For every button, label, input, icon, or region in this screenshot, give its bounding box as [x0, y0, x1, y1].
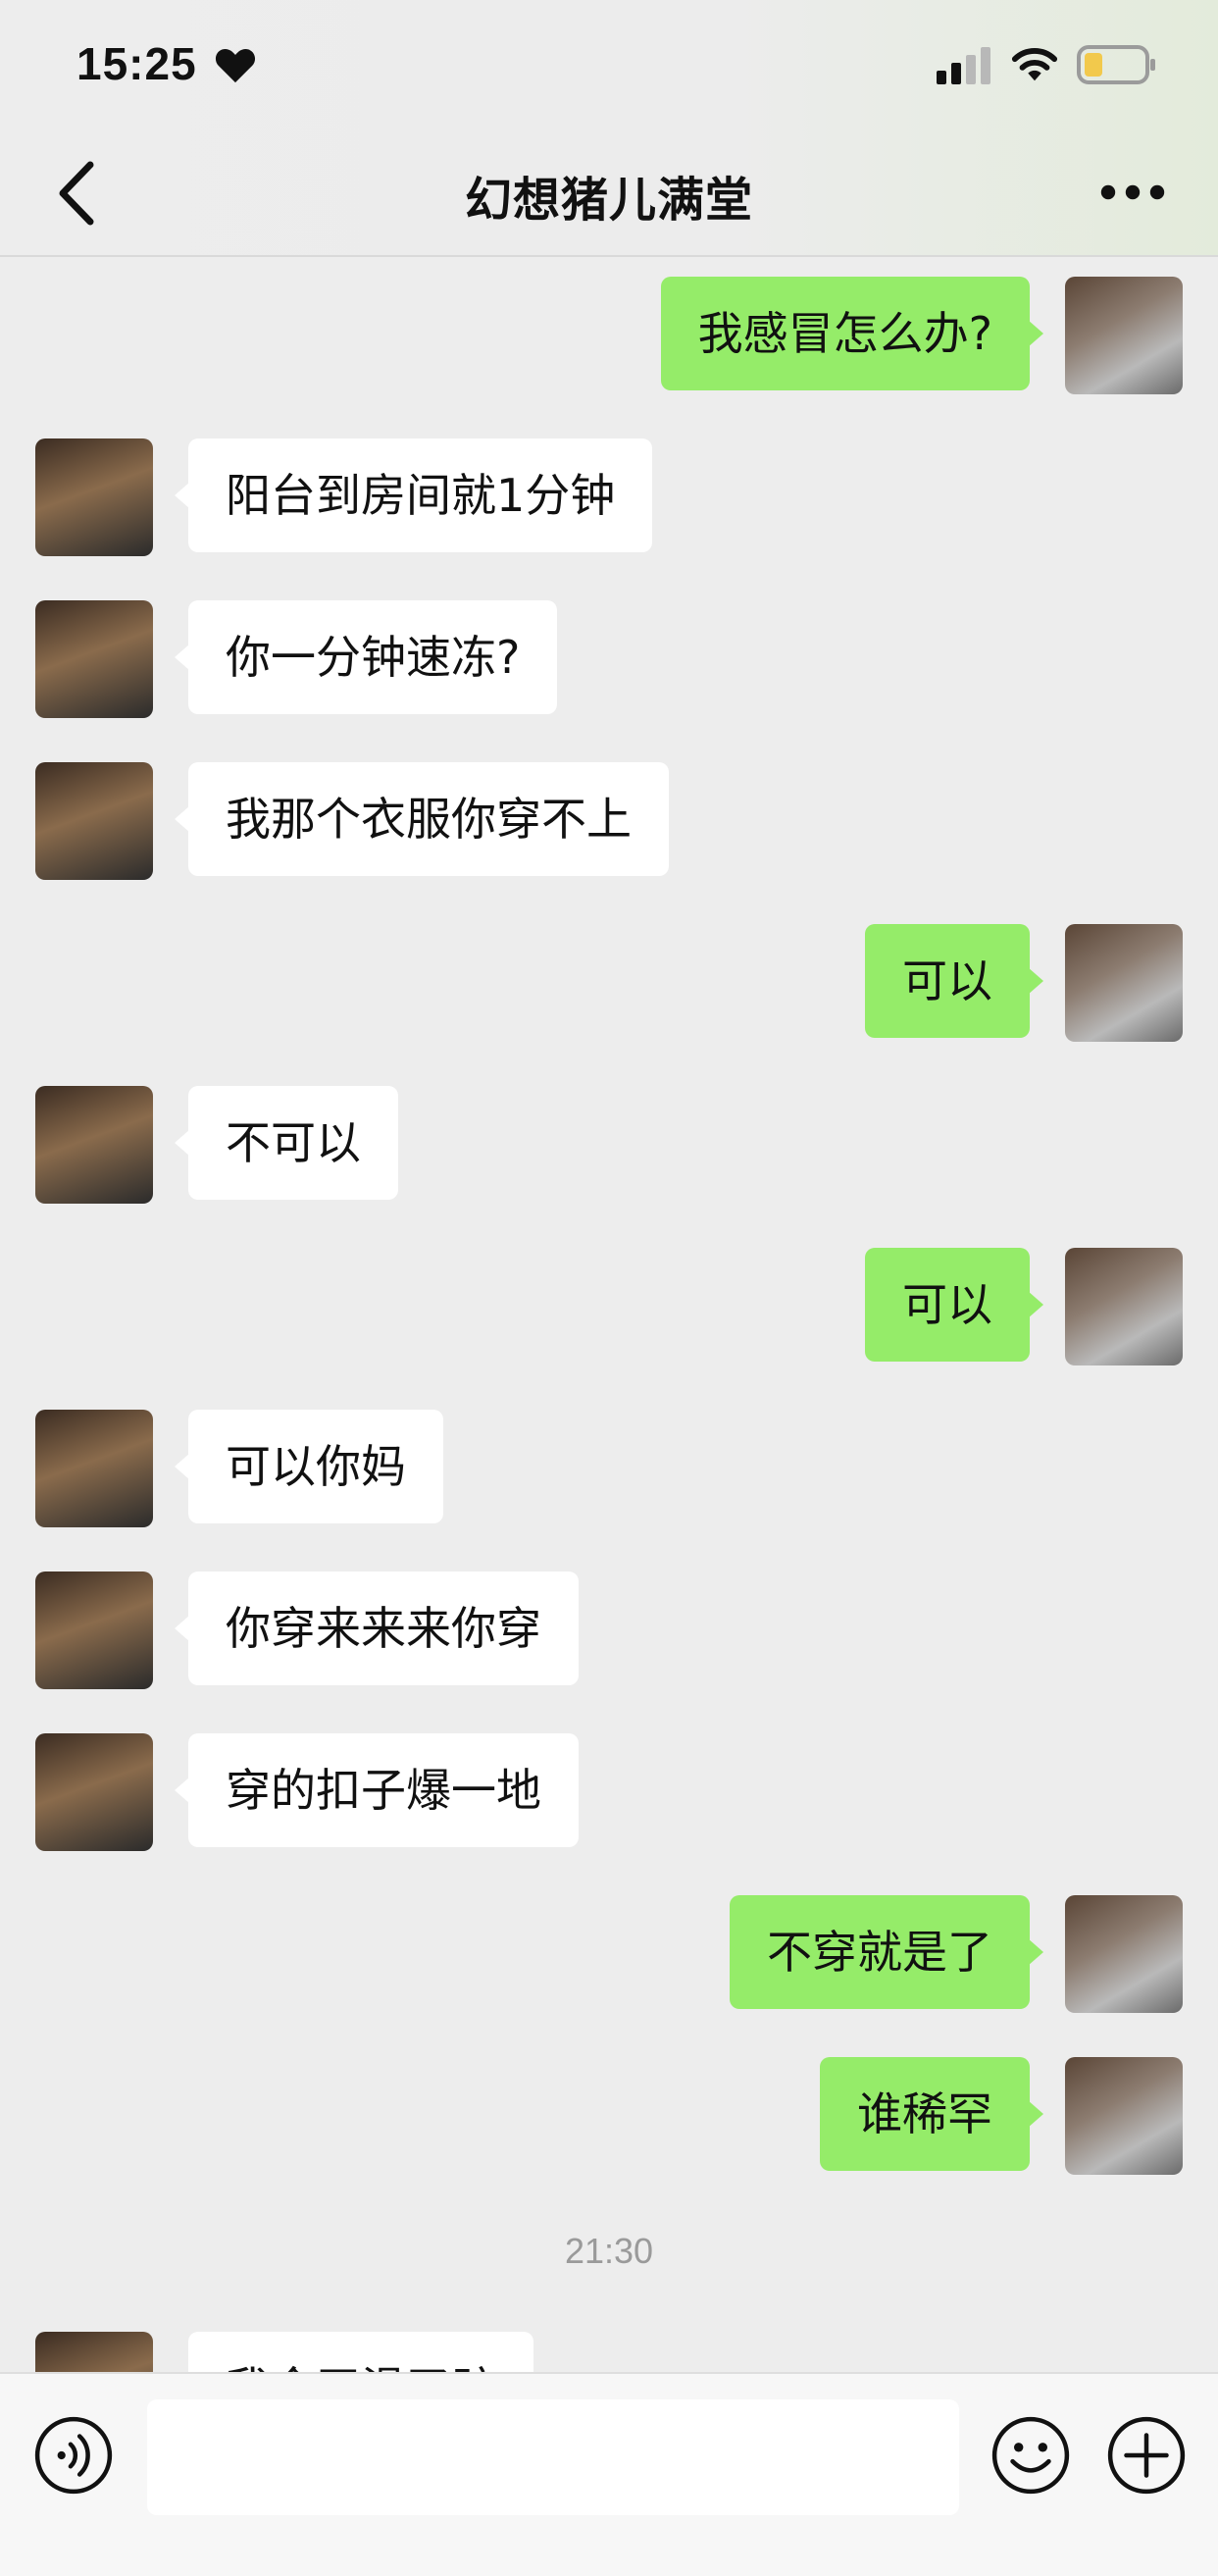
message-row: 你一分钟速冻? — [0, 600, 1218, 718]
message-bubble[interactable]: 阳台到房间就1分钟 — [174, 438, 653, 552]
message-bubble[interactable]: 可以 — [865, 924, 1043, 1038]
message-input[interactable] — [147, 2399, 959, 2515]
my-avatar[interactable] — [1065, 277, 1183, 394]
battery-icon — [1077, 45, 1155, 84]
emoji-icon[interactable] — [990, 2415, 1071, 2496]
message-bubble[interactable]: 我那个衣服你穿不上 — [175, 762, 669, 876]
heart-icon — [215, 48, 256, 83]
contact-avatar[interactable] — [35, 2332, 153, 2372]
message-row: 我感冒怎么办? — [0, 277, 1218, 394]
message-row: 阳台到房间就1分钟 — [0, 438, 1218, 556]
my-avatar[interactable] — [1065, 1895, 1183, 2013]
message-row: 我那个衣服你穿不上 — [0, 762, 1218, 880]
status-time: 15:25 — [76, 38, 197, 89]
contact-avatar[interactable] — [35, 1571, 153, 1689]
contact-avatar[interactable] — [35, 1086, 153, 1204]
message-row: 穿的扣子爆一地 — [0, 1733, 1218, 1851]
message-row: 你穿来来来你穿 — [0, 1571, 1218, 1689]
more-dots-icon[interactable] — [1098, 173, 1167, 212]
my-avatar[interactable] — [1065, 2057, 1183, 2175]
contact-avatar[interactable] — [35, 438, 153, 556]
message-bubble[interactable]: 我感冒怎么办? — [660, 277, 1044, 390]
message-row: 谁稀罕 — [0, 2057, 1218, 2175]
contact-avatar[interactable] — [35, 762, 153, 880]
message-row: 不穿就是了 — [0, 1895, 1218, 2013]
signal-icon — [937, 47, 990, 84]
message-bubble[interactable]: 不可以 — [175, 1086, 398, 1200]
wifi-icon — [1011, 48, 1058, 81]
contact-avatar[interactable] — [35, 1733, 153, 1851]
input-bar — [0, 2372, 1218, 2576]
message-row: 我今天滑了跤 — [0, 2332, 1218, 2372]
chat-title: 幻想猪儿满堂 — [464, 173, 753, 228]
message-row: 可以 — [0, 1248, 1218, 1365]
message-row: 不可以 — [0, 1086, 1218, 1204]
message-bubble[interactable]: 谁稀罕 — [820, 2057, 1043, 2171]
plus-icon[interactable] — [1106, 2415, 1187, 2496]
time-divider: 21:30 — [564, 2231, 654, 2271]
message-bubble[interactable]: 你穿来来来你穿 — [175, 1571, 579, 1685]
message-bubble[interactable]: 不穿就是了 — [730, 1895, 1043, 2009]
message-bubble[interactable]: 穿的扣子爆一地 — [175, 1733, 579, 1847]
contact-avatar[interactable] — [35, 600, 153, 718]
my-avatar[interactable] — [1065, 1248, 1183, 1365]
message-bubble[interactable]: 我今天滑了跤 — [188, 2332, 533, 2372]
my-avatar[interactable] — [1065, 924, 1183, 1042]
message-row: 可以你妈 — [0, 1410, 1218, 1527]
message-bubble[interactable]: 你一分钟速冻? — [174, 600, 558, 714]
message-bubble[interactable]: 可以你妈 — [175, 1410, 443, 1523]
contact-avatar[interactable] — [35, 1410, 153, 1527]
top-bar: 15:25 幻想猪儿满堂 — [0, 0, 1218, 257]
message-bubble[interactable]: 可以 — [865, 1248, 1043, 1362]
voice-icon[interactable] — [33, 2415, 114, 2496]
message-list[interactable]: 我感冒怎么办? 阳台到房间就1分钟 你一分钟速冻? 我那个衣服你穿不上 可以 不… — [0, 259, 1218, 2372]
message-row: 可以 — [0, 924, 1218, 1042]
